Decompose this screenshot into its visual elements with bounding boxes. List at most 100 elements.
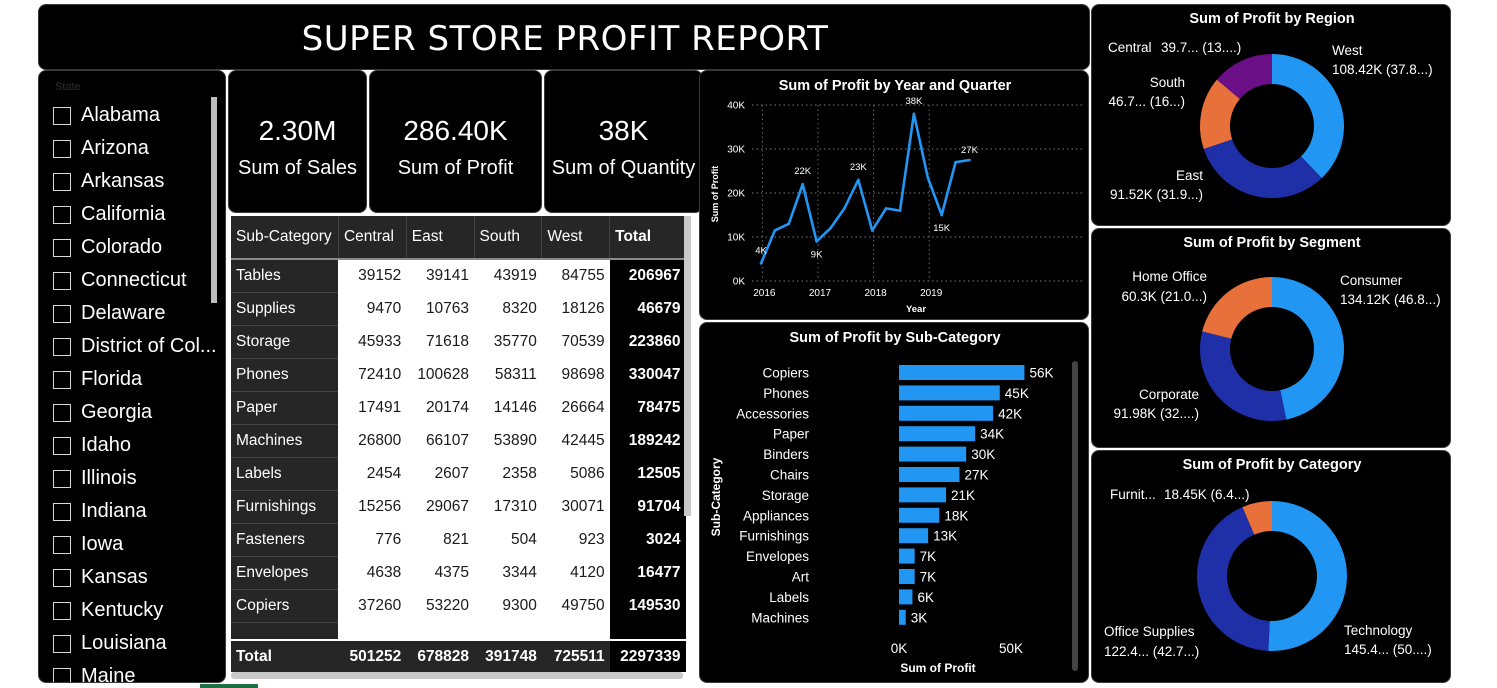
- chart-scrollbar[interactable]: [1072, 361, 1078, 671]
- row-header: Storage: [231, 325, 339, 359]
- checkbox-icon[interactable]: [53, 469, 71, 488]
- slicer-item[interactable]: Kentucky: [53, 594, 223, 627]
- data-point[interactable]: [759, 262, 763, 265]
- table-cell: [474, 622, 542, 640]
- slicer-item[interactable]: Maine: [53, 660, 223, 682]
- table-cell: 42445: [541, 424, 610, 457]
- slicer-item[interactable]: Idaho: [53, 429, 223, 462]
- data-point[interactable]: [870, 229, 874, 232]
- data-point[interactable]: [801, 182, 804, 186]
- checkbox-icon[interactable]: [53, 106, 71, 125]
- data-point[interactable]: [926, 176, 930, 179]
- data-point[interactable]: [773, 229, 777, 232]
- kpi-card-sales: 2.30M Sum of Sales: [228, 70, 367, 213]
- data-point[interactable]: [968, 158, 971, 162]
- category-label: Accessories: [736, 406, 809, 421]
- slicer-item[interactable]: Florida: [53, 363, 223, 396]
- slicer-item[interactable]: California: [53, 198, 223, 231]
- checkbox-icon[interactable]: [53, 403, 71, 422]
- data-point[interactable]: [787, 222, 791, 226]
- matrix-vertical-scrollbar[interactable]: [684, 216, 691, 516]
- matrix-horizontal-scrollbar[interactable]: [231, 672, 683, 679]
- kpi-card-quantity: 38K Sum of Quantity: [544, 70, 703, 213]
- checkbox-icon[interactable]: [53, 601, 71, 620]
- bar[interactable]: [899, 507, 940, 523]
- checkbox-icon[interactable]: [53, 370, 71, 389]
- bar[interactable]: [899, 589, 913, 605]
- data-point[interactable]: [912, 112, 916, 116]
- column-header[interactable]: East: [406, 216, 475, 260]
- checkbox-icon[interactable]: [53, 634, 71, 653]
- x-axis-title: Year: [906, 304, 926, 315]
- slicer-item[interactable]: Connecticut: [53, 264, 223, 297]
- slicer-item[interactable]: District of Col...: [53, 330, 223, 363]
- checkbox-icon[interactable]: [53, 205, 71, 224]
- slicer-item-label: Kansas: [81, 566, 148, 588]
- y-tick-label: 10K: [727, 233, 745, 244]
- donut-slice[interactable]: [1268, 501, 1347, 651]
- bar[interactable]: [899, 365, 1025, 380]
- checkbox-icon[interactable]: [53, 271, 71, 290]
- slicer-item[interactable]: Alabama: [53, 99, 223, 132]
- bar[interactable]: [899, 487, 947, 503]
- slicer-item[interactable]: Arkansas: [53, 165, 223, 198]
- slice-name: South: [1150, 75, 1185, 90]
- checkbox-icon[interactable]: [53, 535, 71, 554]
- slicer-item-label: Alabama: [81, 104, 160, 126]
- donut-slice[interactable]: [1202, 277, 1272, 339]
- data-point[interactable]: [857, 178, 860, 182]
- checkbox-icon[interactable]: [53, 304, 71, 323]
- series-line[interactable]: [759, 112, 970, 264]
- data-point[interactable]: [815, 240, 818, 243]
- bar[interactable]: [899, 548, 915, 564]
- column-header[interactable]: Total: [609, 216, 686, 260]
- bar[interactable]: [899, 609, 906, 625]
- column-header[interactable]: South: [474, 216, 543, 260]
- checkbox-icon[interactable]: [53, 172, 71, 191]
- checkbox-icon[interactable]: [53, 337, 71, 356]
- checkbox-icon[interactable]: [53, 238, 71, 257]
- table-cell: 39152: [338, 259, 407, 292]
- donut-slice[interactable]: [1272, 277, 1344, 420]
- bar[interactable]: [899, 405, 994, 421]
- data-point[interactable]: [898, 209, 902, 212]
- data-point[interactable]: [884, 207, 888, 210]
- data-point[interactable]: [843, 207, 846, 210]
- table-cell: 206967: [609, 259, 686, 292]
- slicer-item[interactable]: Delaware: [53, 297, 223, 330]
- bar[interactable]: [899, 569, 915, 584]
- sheet-tab-indicator[interactable]: [200, 684, 258, 688]
- data-point[interactable]: [954, 160, 957, 164]
- bar[interactable]: [899, 426, 976, 442]
- slicer-item[interactable]: Illinois: [53, 462, 223, 495]
- donut-slice[interactable]: [1200, 331, 1287, 421]
- data-point[interactable]: [940, 213, 943, 217]
- slicer-scrollbar[interactable]: [211, 97, 217, 303]
- bar[interactable]: [899, 528, 929, 544]
- table-cell: 504: [474, 523, 542, 556]
- checkbox-icon[interactable]: [53, 568, 71, 587]
- checkbox-icon[interactable]: [53, 502, 71, 521]
- slicer-item[interactable]: Colorado: [53, 231, 223, 264]
- bar[interactable]: [899, 467, 960, 482]
- donut-slice[interactable]: [1203, 139, 1322, 198]
- bar[interactable]: [899, 446, 967, 462]
- column-header[interactable]: Central: [338, 216, 407, 260]
- checkbox-icon[interactable]: [53, 667, 71, 682]
- checkbox-icon[interactable]: [53, 436, 71, 455]
- slicer-item[interactable]: Louisiana: [53, 627, 223, 660]
- data-point[interactable]: [829, 226, 832, 230]
- slicer-item[interactable]: Iowa: [53, 528, 223, 561]
- data-label: 22K: [794, 166, 812, 177]
- column-header[interactable]: West: [541, 216, 611, 260]
- bar[interactable]: [899, 385, 1000, 401]
- checkbox-icon[interactable]: [53, 139, 71, 158]
- slicer-item-label: Illinois: [81, 467, 137, 489]
- column-header[interactable]: Sub-Category: [231, 216, 339, 260]
- slice-value-label: 91.52K (31.9...): [1110, 187, 1203, 202]
- slicer-item[interactable]: Arizona: [53, 132, 223, 165]
- table-cell: 20174: [406, 391, 475, 424]
- slicer-item[interactable]: Kansas: [53, 561, 223, 594]
- slicer-item[interactable]: Indiana: [53, 495, 223, 528]
- slicer-item[interactable]: Georgia: [53, 396, 223, 429]
